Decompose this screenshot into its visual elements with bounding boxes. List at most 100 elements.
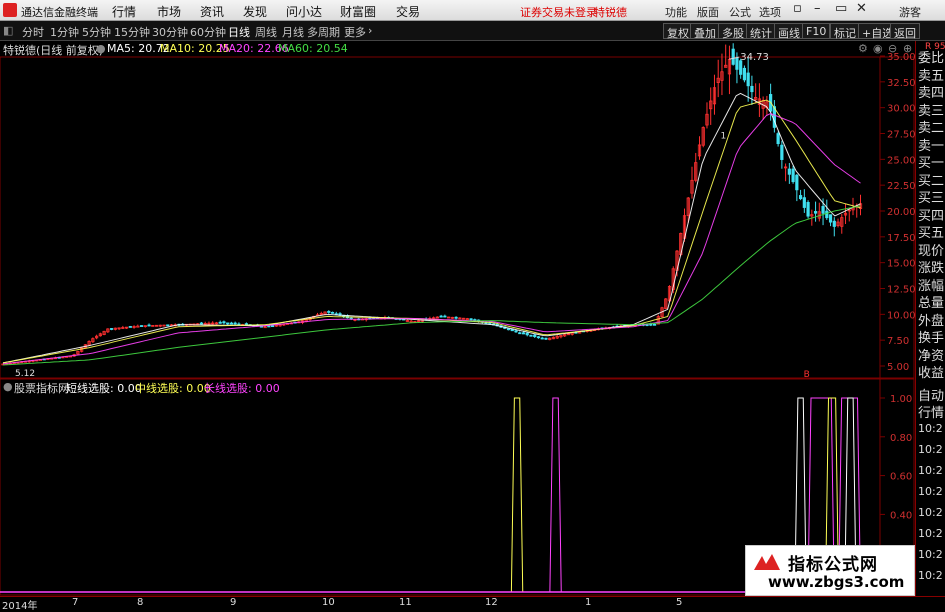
- short-term-label: 短线选股: 0.00: [66, 382, 142, 395]
- candle-body: [649, 323, 653, 326]
- candle-body: [136, 325, 140, 328]
- candle-body: [746, 72, 750, 87]
- y-tick-label: 32.50: [887, 78, 915, 89]
- chart-title: 特锐德(日线 前复权): [3, 44, 104, 57]
- candle-body: [147, 324, 151, 327]
- candle-body: [802, 197, 806, 208]
- tick-time: 10:2: [918, 569, 943, 582]
- indicator-title: 股票指标网: [14, 382, 69, 395]
- candle-body: [742, 67, 747, 81]
- y-tick-label: 5.00: [887, 362, 909, 373]
- candle-body: [780, 144, 784, 160]
- date-label: 12: [485, 597, 498, 608]
- ind-y-tick-label: 0.80: [890, 433, 912, 444]
- indicator-pulse: [549, 397, 562, 593]
- date-label: 7: [72, 597, 79, 608]
- candle-body: [443, 315, 447, 318]
- date-label: 5: [676, 597, 683, 608]
- tick-time: 10:2: [918, 422, 943, 435]
- candle-body: [469, 318, 473, 321]
- candle-body: [521, 332, 526, 335]
- candle-body: [518, 332, 522, 335]
- candle-body: [544, 337, 548, 340]
- candle-body: [454, 316, 458, 319]
- side-item: 卖三: [918, 103, 945, 119]
- collapse-icon[interactable]: ⊖: [888, 42, 897, 55]
- candle-body: [828, 214, 833, 223]
- kline-chart[interactable]: 34.735.12 B1 35.0032.5030.0027.5025.0022.…: [0, 0, 915, 596]
- candle-body: [776, 133, 780, 145]
- candle-body: [813, 211, 818, 214]
- watermark-title: 指标公式网: [788, 555, 878, 575]
- date-label: 9: [230, 597, 237, 608]
- candle-body: [821, 206, 825, 214]
- y-tick-label: 12.50: [887, 285, 915, 296]
- add-icon[interactable]: ⊕: [903, 42, 912, 55]
- long-term-label: 长线选股: 0.00: [204, 382, 280, 395]
- date-label: 8: [137, 597, 144, 608]
- candle-body: [506, 328, 511, 331]
- y-tick-label: 30.00: [887, 104, 915, 115]
- side-item: 买二: [918, 173, 945, 189]
- candle-body: [327, 311, 331, 313]
- ind-y-tick-label: 0.40: [890, 510, 912, 521]
- candle-body: [525, 332, 529, 336]
- ind-y-tick-label: 1.00: [890, 394, 912, 405]
- quotes-label[interactable]: 行情: [918, 402, 944, 421]
- side-item: 现价: [918, 243, 945, 259]
- candle-body: [267, 325, 271, 328]
- tick-time: 10:2: [918, 464, 943, 477]
- side-item: 买一: [918, 156, 945, 171]
- y-tick-label: 17.50: [887, 233, 915, 244]
- expand-icon[interactable]: ◉: [873, 42, 883, 55]
- side-item: 收益: [918, 366, 945, 381]
- candle-body: [750, 85, 754, 93]
- watermark: 指标公式网 www.zbgs3.com: [745, 545, 915, 596]
- tick-time: 10:2: [918, 527, 943, 540]
- candle-body: [233, 322, 237, 325]
- side-item: 卖一: [918, 138, 945, 154]
- candle-body: [529, 334, 533, 337]
- marker-one: 1: [721, 132, 727, 142]
- settings-icon[interactable]: ⚙: [858, 42, 868, 55]
- watermark-url: www.zbgs3.com: [768, 573, 905, 591]
- low-label: 5.12: [15, 369, 35, 379]
- candle-body: [271, 325, 275, 328]
- candle-body: [166, 324, 170, 327]
- side-item: 涨跌: [918, 261, 945, 276]
- candle-body: [787, 168, 791, 175]
- candle-body: [832, 220, 836, 227]
- y-tick-label: 20.00: [887, 207, 915, 218]
- indicator-header: ● 股票指标网 短线选股: 0.00 中线选股: 0.00 长线选股: 0.00: [0, 379, 915, 395]
- side-item: 买三: [918, 191, 945, 206]
- tick-time: 10:2: [918, 506, 943, 519]
- y-tick-label: 15.00: [887, 259, 915, 270]
- y-tick-label: 22.50: [887, 181, 915, 192]
- tick-time: 10:2: [918, 548, 943, 561]
- candle-body: [226, 322, 230, 325]
- candle-body: [652, 323, 657, 326]
- candle-body: [218, 321, 222, 324]
- ma-line: [2, 99, 861, 364]
- date-label: 11: [399, 597, 412, 608]
- settings-dot-icon[interactable]: ●: [96, 42, 106, 55]
- candle-body: [795, 174, 799, 191]
- date-label-2014: 2014年: [2, 601, 38, 612]
- candle-body: [199, 322, 204, 325]
- side-item: 买四: [918, 208, 945, 224]
- ma60-label: MA60: 20.54: [278, 42, 348, 55]
- tick-time: 10:2: [918, 485, 943, 498]
- date-label: 1: [585, 597, 592, 608]
- main-pane-border: [0, 56, 915, 379]
- side-item: 总量: [918, 296, 945, 311]
- side-item: 净资: [918, 348, 945, 364]
- date-label: 10: [322, 597, 335, 608]
- main-chart-header: 特锐德(日线 前复权) ● MA5: 20.72 MA10: 20.25 MA2…: [0, 41, 915, 57]
- candle-body: [222, 321, 226, 324]
- candle-body: [229, 322, 234, 325]
- indicator-settings-icon[interactable]: ●: [3, 380, 13, 393]
- candle-body: [735, 57, 739, 70]
- side-item: 涨幅: [918, 278, 945, 294]
- candle-body: [806, 202, 810, 217]
- date-axis: 2014年 7 8 9 10 11 12 1 5: [0, 596, 945, 612]
